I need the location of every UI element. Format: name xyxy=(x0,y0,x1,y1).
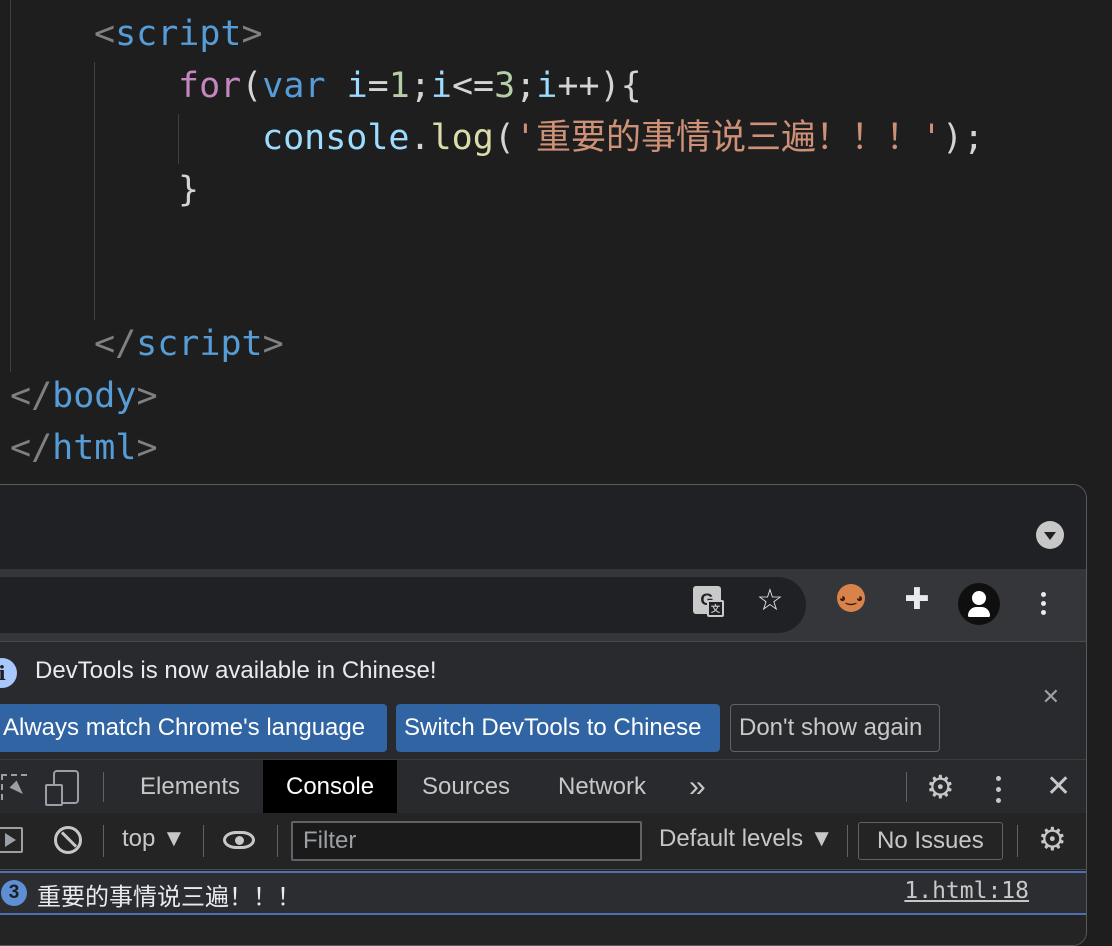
tab-network[interactable]: Network xyxy=(558,760,646,814)
sidebar-toggle-icon[interactable] xyxy=(0,827,23,853)
dont-show-again-button[interactable]: Don't show again xyxy=(730,704,940,752)
code-token: ( xyxy=(493,118,515,158)
source-link[interactable]: 1.html:18 xyxy=(904,878,1029,904)
code-token: script xyxy=(136,324,263,364)
tab-elements[interactable]: Elements xyxy=(140,760,240,814)
filter-input[interactable] xyxy=(291,821,642,861)
divider xyxy=(847,825,848,857)
code-token: } xyxy=(178,170,200,210)
profile-icon[interactable] xyxy=(958,583,1000,625)
code-line: } xyxy=(178,164,199,216)
divider xyxy=(103,772,104,802)
code-token: i xyxy=(536,66,558,106)
infobar-close-icon[interactable]: ✕ xyxy=(1042,684,1060,710)
repeat-count-badge: 3 xyxy=(1,880,27,906)
always-match-language-button[interactable]: Always match Chrome's language xyxy=(0,704,387,752)
code-line: console.log('重要的事情说三遍！！！'); xyxy=(262,112,984,164)
divider xyxy=(103,825,104,857)
code-token: > xyxy=(136,376,158,416)
customize-menu-icon[interactable] xyxy=(996,773,1001,806)
context-selector[interactable]: top ▼ xyxy=(122,825,186,853)
code-line: </script> xyxy=(94,318,284,370)
code-token: '重要的事情说三遍！！！' xyxy=(514,118,943,158)
code-token: i xyxy=(346,66,368,106)
code-editor[interactable]: <script> for(var i=1;i<=3;i++){console.lo… xyxy=(0,0,1112,485)
device-toolbar-icon[interactable] xyxy=(45,770,79,806)
console-message-row[interactable]: 3 重要的事情说三遍！！！ 1.html:18 xyxy=(0,871,1086,915)
code-line: </body> xyxy=(10,370,158,422)
code-token: log xyxy=(430,118,494,158)
code-token: var xyxy=(262,66,326,106)
code-token: ; xyxy=(409,66,431,106)
translate-icon[interactable]: G文 xyxy=(693,586,724,617)
code-token: ); xyxy=(942,118,985,158)
code-token: > xyxy=(262,324,284,364)
clear-console-icon[interactable] xyxy=(54,826,82,854)
code-token: i xyxy=(430,66,452,106)
bookmark-star-icon[interactable]: ☆ xyxy=(753,583,787,617)
extensions-icon[interactable]: ✚ xyxy=(899,581,935,617)
code-token: 3 xyxy=(494,66,516,106)
info-icon: i xyxy=(0,658,17,688)
code-token: </ xyxy=(94,324,137,364)
divider xyxy=(906,772,907,802)
code-token: html xyxy=(52,428,137,468)
code-line: for(var i=1;i<=3;i++){ xyxy=(178,60,642,112)
code-token: > xyxy=(136,428,158,468)
live-expression-eye-icon[interactable] xyxy=(223,831,255,849)
tab-strip xyxy=(0,485,1086,569)
divider xyxy=(277,825,278,857)
devtools-panel: i DevTools is now available in Chinese! … xyxy=(0,641,1086,945)
code-token: ; xyxy=(515,66,537,106)
code-token: body xyxy=(52,376,137,416)
tab-sources[interactable]: Sources xyxy=(422,760,510,814)
infobar-message: DevTools is now available in Chinese! xyxy=(35,657,437,684)
code-token: ++){ xyxy=(557,66,642,106)
code-line: </html> xyxy=(10,422,158,474)
code-token: console xyxy=(262,118,410,158)
code-token: <= xyxy=(451,66,495,106)
indent-guide xyxy=(94,62,95,320)
code-line: <script> xyxy=(94,8,263,60)
language-infobar: i DevTools is now available in Chinese! … xyxy=(0,641,1086,760)
chrome-menu-icon[interactable] xyxy=(1033,583,1053,623)
tampermonkey-icon[interactable]: ◕‿◕ xyxy=(837,584,865,612)
code-token: for xyxy=(178,66,242,106)
console-toolbar: top ▼ Default levels ▼ No Issues ⚙ xyxy=(0,813,1086,870)
browser-window: G文 ☆ ◕‿◕ ✚ i DevTools is now available i… xyxy=(0,484,1087,946)
code-token: . xyxy=(409,118,431,158)
log-levels-dropdown[interactable]: Default levels ▼ xyxy=(659,825,834,853)
address-bar[interactable] xyxy=(0,577,806,633)
issues-button[interactable]: No Issues xyxy=(858,822,1003,860)
console-message-text: 重要的事情说三遍！！！ xyxy=(37,883,301,911)
divider xyxy=(203,825,204,857)
divider xyxy=(1017,825,1018,857)
settings-gear-icon[interactable]: ⚙ xyxy=(926,768,955,806)
indent-guide xyxy=(10,0,11,372)
code-token: < xyxy=(94,14,116,54)
code-token: > xyxy=(241,14,263,54)
code-token: </ xyxy=(10,376,53,416)
devtools-tab-bar: Elements Console Sources Network » ⚙ ✕ xyxy=(0,759,1086,815)
inspect-element-icon[interactable] xyxy=(1,774,27,800)
code-token: </ xyxy=(10,428,53,468)
more-tabs-button[interactable]: » xyxy=(689,760,706,814)
indent-guide xyxy=(178,114,179,164)
code-token: script xyxy=(115,14,242,54)
console-settings-gear-icon[interactable]: ⚙ xyxy=(1038,820,1067,858)
tab-search-icon[interactable] xyxy=(1036,521,1064,549)
browser-toolbar: G文 ☆ ◕‿◕ ✚ xyxy=(0,569,1086,641)
tab-console[interactable]: Console xyxy=(263,760,398,814)
close-devtools-icon[interactable]: ✕ xyxy=(1046,769,1071,804)
code-token: 1 xyxy=(388,66,410,106)
code-token: = xyxy=(367,66,389,106)
switch-to-chinese-button[interactable]: Switch DevTools to Chinese xyxy=(396,704,720,752)
code-token: ( xyxy=(241,66,263,106)
